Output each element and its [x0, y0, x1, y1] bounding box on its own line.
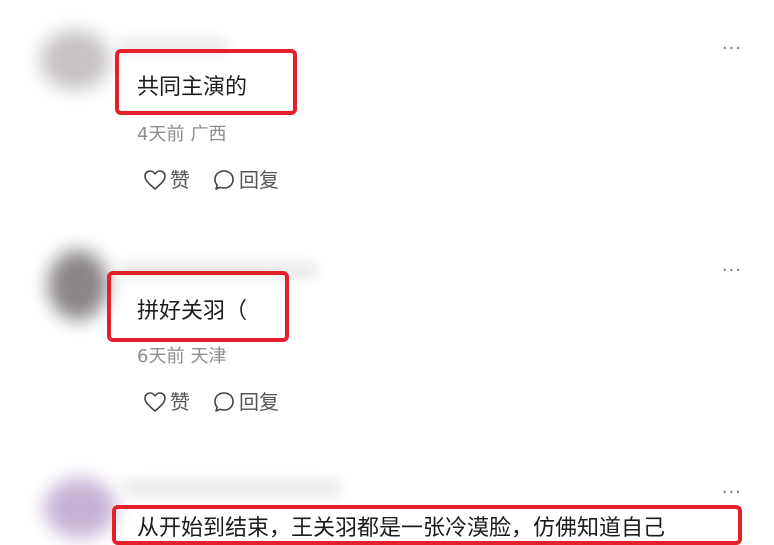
comment-time: 6天前	[137, 346, 185, 367]
speech-bubble-icon	[214, 170, 234, 190]
comment-location: 广西	[190, 124, 227, 145]
reply-label: 回复	[239, 168, 279, 192]
like-label: 赞	[170, 168, 190, 192]
comment-location: 天津	[190, 346, 227, 367]
reply-button[interactable]: 回复	[212, 391, 279, 413]
reply-label: 回复	[239, 390, 279, 414]
comment-actions: 赞 回复	[143, 169, 279, 191]
heart-icon	[144, 392, 166, 412]
more-options-icon[interactable]: ···	[722, 484, 742, 502]
comment-actions: 赞 回复	[143, 391, 279, 413]
username-blurred[interactable]	[122, 480, 342, 496]
like-button[interactable]: 赞	[143, 391, 190, 413]
more-options-icon[interactable]: ···	[722, 40, 742, 58]
like-label: 赞	[170, 390, 190, 414]
heart-icon	[144, 170, 166, 190]
reply-button[interactable]: 回复	[212, 169, 279, 191]
avatar[interactable]	[44, 478, 116, 538]
more-options-icon[interactable]: ···	[722, 262, 742, 280]
comment-text: 共同主演的	[137, 75, 248, 100]
like-button[interactable]: 赞	[143, 169, 190, 191]
comment-meta: 6天前 天津	[137, 348, 226, 366]
comment-time: 4天前	[137, 124, 185, 145]
comment-text: 从开始到结束，王关羽都是一张冷漠脸，仿佛知道自己	[137, 516, 666, 541]
speech-bubble-icon	[214, 392, 234, 412]
comment-meta: 4天前 广西	[137, 126, 226, 144]
comment-text: 拼好关羽（	[137, 299, 248, 324]
avatar[interactable]	[40, 30, 110, 90]
avatar[interactable]	[48, 250, 108, 320]
